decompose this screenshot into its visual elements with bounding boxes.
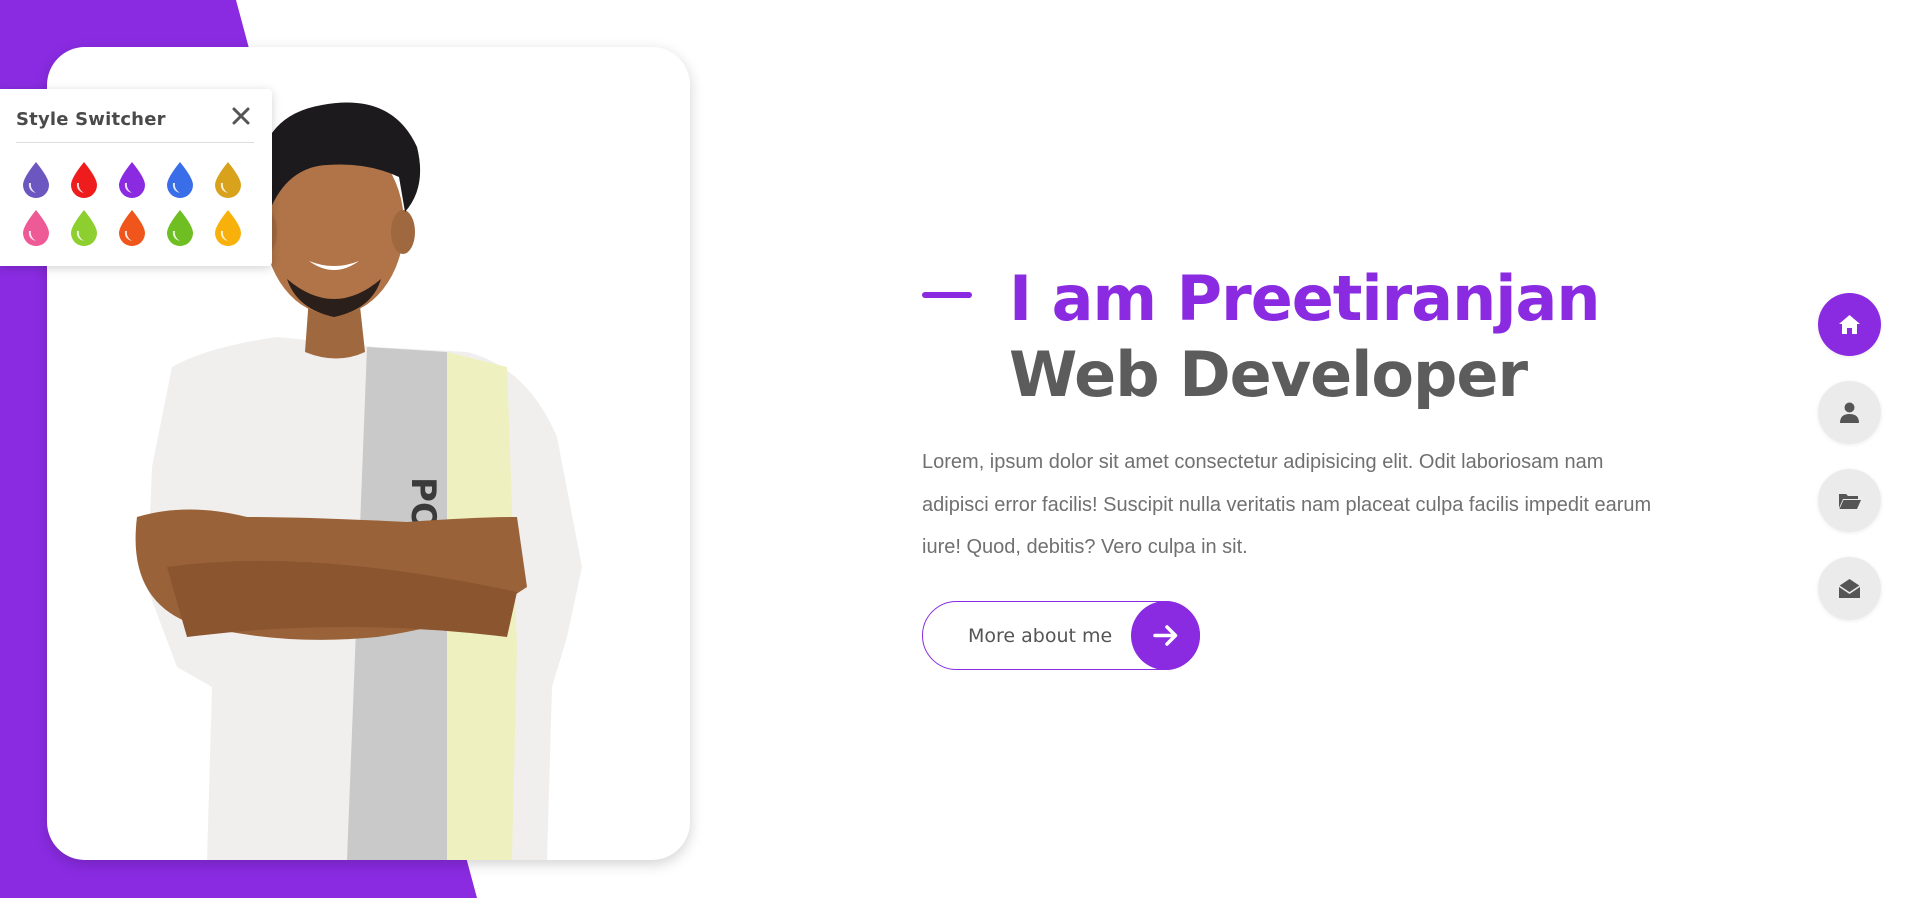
nav-home-button[interactable]: [1818, 293, 1881, 356]
arrow-right-icon: [1131, 601, 1200, 670]
nav-contact-button[interactable]: [1818, 557, 1881, 620]
color-drop-icon[interactable]: [160, 159, 200, 199]
folder-icon: [1839, 494, 1861, 509]
style-switcher-title: Style Switcher: [16, 109, 166, 130]
style-switcher-panel: Style Switcher: [0, 89, 272, 266]
envelope-icon: [1838, 579, 1861, 598]
color-drop-icon[interactable]: [208, 207, 248, 247]
color-drop-icon[interactable]: [160, 207, 200, 247]
color-drop-icon[interactable]: [64, 159, 104, 199]
home-icon: [1839, 315, 1860, 334]
heading-dash: [922, 292, 972, 298]
more-about-me-label: More about me: [968, 625, 1113, 647]
hero-role: Web Developer: [1009, 338, 1528, 411]
hero-greeting: I am Preetiranjan: [1009, 262, 1600, 335]
color-swatch-grid: [16, 159, 254, 247]
color-drop-icon[interactable]: [64, 207, 104, 247]
divider: [16, 142, 254, 143]
nav-about-button[interactable]: [1818, 381, 1881, 444]
close-icon[interactable]: [228, 103, 254, 129]
color-drop-icon[interactable]: [16, 159, 56, 199]
color-drop-icon[interactable]: [208, 159, 248, 199]
nav-portfolio-button[interactable]: [1818, 469, 1881, 532]
user-icon: [1840, 402, 1859, 423]
color-drop-icon[interactable]: [16, 207, 56, 247]
hero-description: Lorem, ipsum dolor sit amet consectetur …: [922, 451, 1652, 558]
color-drop-icon[interactable]: [112, 159, 152, 199]
color-drop-icon[interactable]: [112, 207, 152, 247]
more-about-me-button[interactable]: More about me: [922, 601, 1200, 670]
